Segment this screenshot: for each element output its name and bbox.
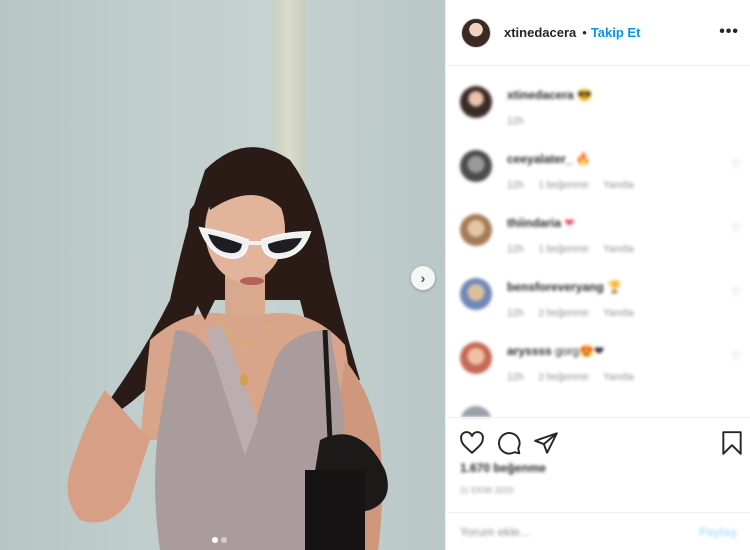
list-item: aryssss gorg😍❤ 12h 2 beğenme Yanıtla ♡	[460, 323, 745, 383]
instagram-post-modal: › xtinedacera • Takip Et ••• xtinedacera…	[0, 0, 750, 550]
comment-body: 🏆	[607, 280, 622, 294]
comment-username[interactable]: xtinedacera	[507, 88, 574, 102]
comment-username[interactable]: bensforeveryang	[507, 280, 604, 294]
comment-icon[interactable]	[496, 430, 522, 456]
header-separator: •	[582, 25, 587, 40]
header-username[interactable]: xtinedacera	[504, 25, 576, 40]
comment-meta: 12h 2 beğenme Yanıtla	[507, 372, 646, 383]
share-icon[interactable]	[533, 430, 559, 456]
post-date: 11 EKİM 2020	[460, 486, 514, 495]
heart-icon[interactable]	[459, 430, 485, 456]
list-item: ceeyalater_ 🔥 12h 1 beğenme Yanıtla ♡	[460, 131, 745, 191]
avatar[interactable]	[460, 278, 492, 310]
comment-text: bensforeveryang 🏆	[507, 280, 622, 294]
reply-button[interactable]: Yanıtla	[603, 244, 633, 255]
likes-count[interactable]: 1.670 beğenme	[460, 461, 546, 475]
comment-meta: 12h 2 beğenme Yanıtla	[507, 308, 646, 319]
woman-figure-illustration	[67, 147, 388, 550]
reply-button[interactable]: Yanıtla	[603, 180, 633, 191]
heart-icon[interactable]: ♡	[731, 158, 745, 172]
comment-likes[interactable]: 1 beğenme	[538, 244, 588, 255]
carousel-dots	[212, 537, 227, 543]
comment-text: xtinedacera 😎	[507, 88, 592, 102]
heart-icon[interactable]: ♡	[731, 350, 745, 364]
comment-text: thiindaria ❤	[507, 216, 574, 230]
carousel-dot	[212, 537, 218, 543]
reply-button[interactable]: Yanıtla	[603, 308, 633, 319]
comments-list[interactable]: xtinedacera 😎 12h ceeyalater_ 🔥 12h 1 be…	[446, 67, 750, 417]
reply-button[interactable]: Yanıtla	[603, 372, 633, 383]
avatar[interactable]	[460, 150, 492, 182]
avatar[interactable]	[461, 17, 491, 48]
comment-time: 12h	[507, 244, 524, 255]
list-item	[460, 387, 745, 417]
comment-body: 😎	[577, 88, 592, 102]
list-item: xtinedacera 😎 12h	[460, 67, 745, 127]
comment-body: ❤	[564, 216, 575, 230]
add-comment-bar: Paylaş	[446, 512, 750, 550]
post-actions: 1.670 beğenme 11 EKİM 2020	[446, 417, 750, 512]
comment-username[interactable]: ceeyalater_	[507, 152, 572, 166]
comment-body: 🔥	[575, 152, 591, 166]
next-arrow-icon[interactable]: ›	[411, 266, 435, 290]
comment-meta: 12h	[507, 116, 536, 127]
comment-text: ceeyalater_ 🔥	[507, 152, 591, 166]
list-item: thiindaria ❤ 12h 1 beğenme Yanıtla ♡	[460, 195, 745, 255]
comment-time: 12h	[507, 116, 524, 127]
avatar[interactable]	[460, 86, 492, 118]
avatar[interactable]	[460, 406, 492, 417]
comment-body: gorg😍❤	[555, 344, 605, 358]
post-side-panel: xtinedacera • Takip Et ••• xtinedacera 😎…	[445, 0, 750, 550]
comment-likes[interactable]: 2 beğenme	[538, 372, 588, 383]
comment-likes[interactable]: 1 beğenme	[538, 180, 588, 191]
list-item: bensforeveryang 🏆 12h 2 beğenme Yanıtla …	[460, 259, 745, 319]
avatar[interactable]	[460, 342, 492, 374]
comment-meta: 12h 1 beğenme Yanıtla	[507, 180, 646, 191]
post-header: xtinedacera • Takip Et •••	[446, 0, 750, 66]
comment-text: aryssss gorg😍❤	[507, 344, 604, 358]
more-horizontal-icon[interactable]: •••	[719, 24, 739, 40]
comment-username[interactable]: aryssss	[507, 344, 552, 358]
comment-likes[interactable]: 2 beğenme	[538, 308, 588, 319]
comment-time: 12h	[507, 180, 524, 191]
comment-time: 12h	[507, 372, 524, 383]
comment-username[interactable]: thiindaria	[507, 216, 561, 230]
comment-meta: 12h 1 beğenme Yanıtla	[507, 244, 646, 255]
heart-icon[interactable]: ♡	[731, 222, 745, 236]
comment-time: 12h	[507, 308, 524, 319]
heart-icon[interactable]: ♡	[731, 286, 745, 300]
comment-input[interactable]	[460, 524, 699, 539]
avatar[interactable]	[460, 214, 492, 246]
carousel-dot	[221, 537, 227, 543]
follow-button[interactable]: Takip Et	[591, 25, 641, 40]
post-photo[interactable]: ›	[0, 0, 445, 550]
post-comment-button[interactable]: Paylaş	[699, 525, 737, 539]
bookmark-icon[interactable]	[719, 430, 745, 456]
